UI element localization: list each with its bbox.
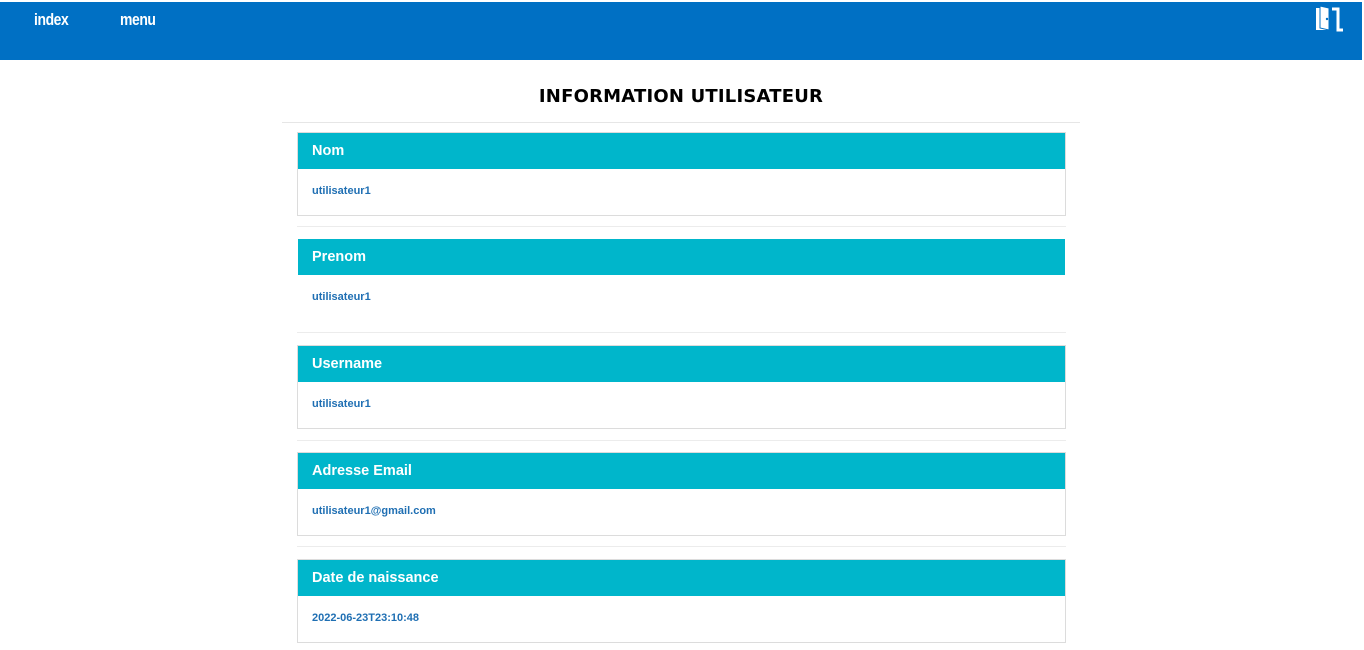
top-navbar: index menu — [0, 2, 1362, 60]
field-card-nom: Nom utilisateur1 — [297, 132, 1066, 216]
field-card-email: Adresse Email utilisateur1@gmail.com — [297, 452, 1066, 536]
field-value: utilisateur1@gmail.com — [312, 505, 436, 517]
field-label: Adresse Email — [298, 453, 1065, 489]
field-card-username: Username utilisateur1 — [297, 345, 1066, 429]
page-title: INFORMATION UTILISATEUR — [538, 86, 824, 107]
field-value: 2022-06-23T23:10:48 — [312, 612, 420, 624]
nav-link-index[interactable]: index — [34, 10, 69, 30]
exit-door-icon[interactable] — [1314, 4, 1346, 32]
field-label: Nom — [298, 133, 1065, 169]
nav-link-menu[interactable]: menu — [120, 10, 156, 30]
title-divider — [282, 122, 1080, 123]
field-label: Username — [298, 346, 1065, 382]
field-label: Prenom — [298, 239, 1065, 275]
divider — [297, 226, 1066, 227]
field-value: utilisateur1 — [312, 291, 371, 303]
divider — [297, 440, 1066, 441]
divider — [297, 546, 1066, 547]
field-card-birthdate: Date de naissance 2022-06-23T23:10:48 — [297, 559, 1066, 643]
field-card-prenom: Prenom utilisateur1 — [297, 238, 1066, 322]
divider — [297, 332, 1066, 333]
field-value: utilisateur1 — [312, 398, 371, 410]
field-value: utilisateur1 — [312, 185, 371, 197]
field-label: Date de naissance — [298, 560, 1065, 596]
